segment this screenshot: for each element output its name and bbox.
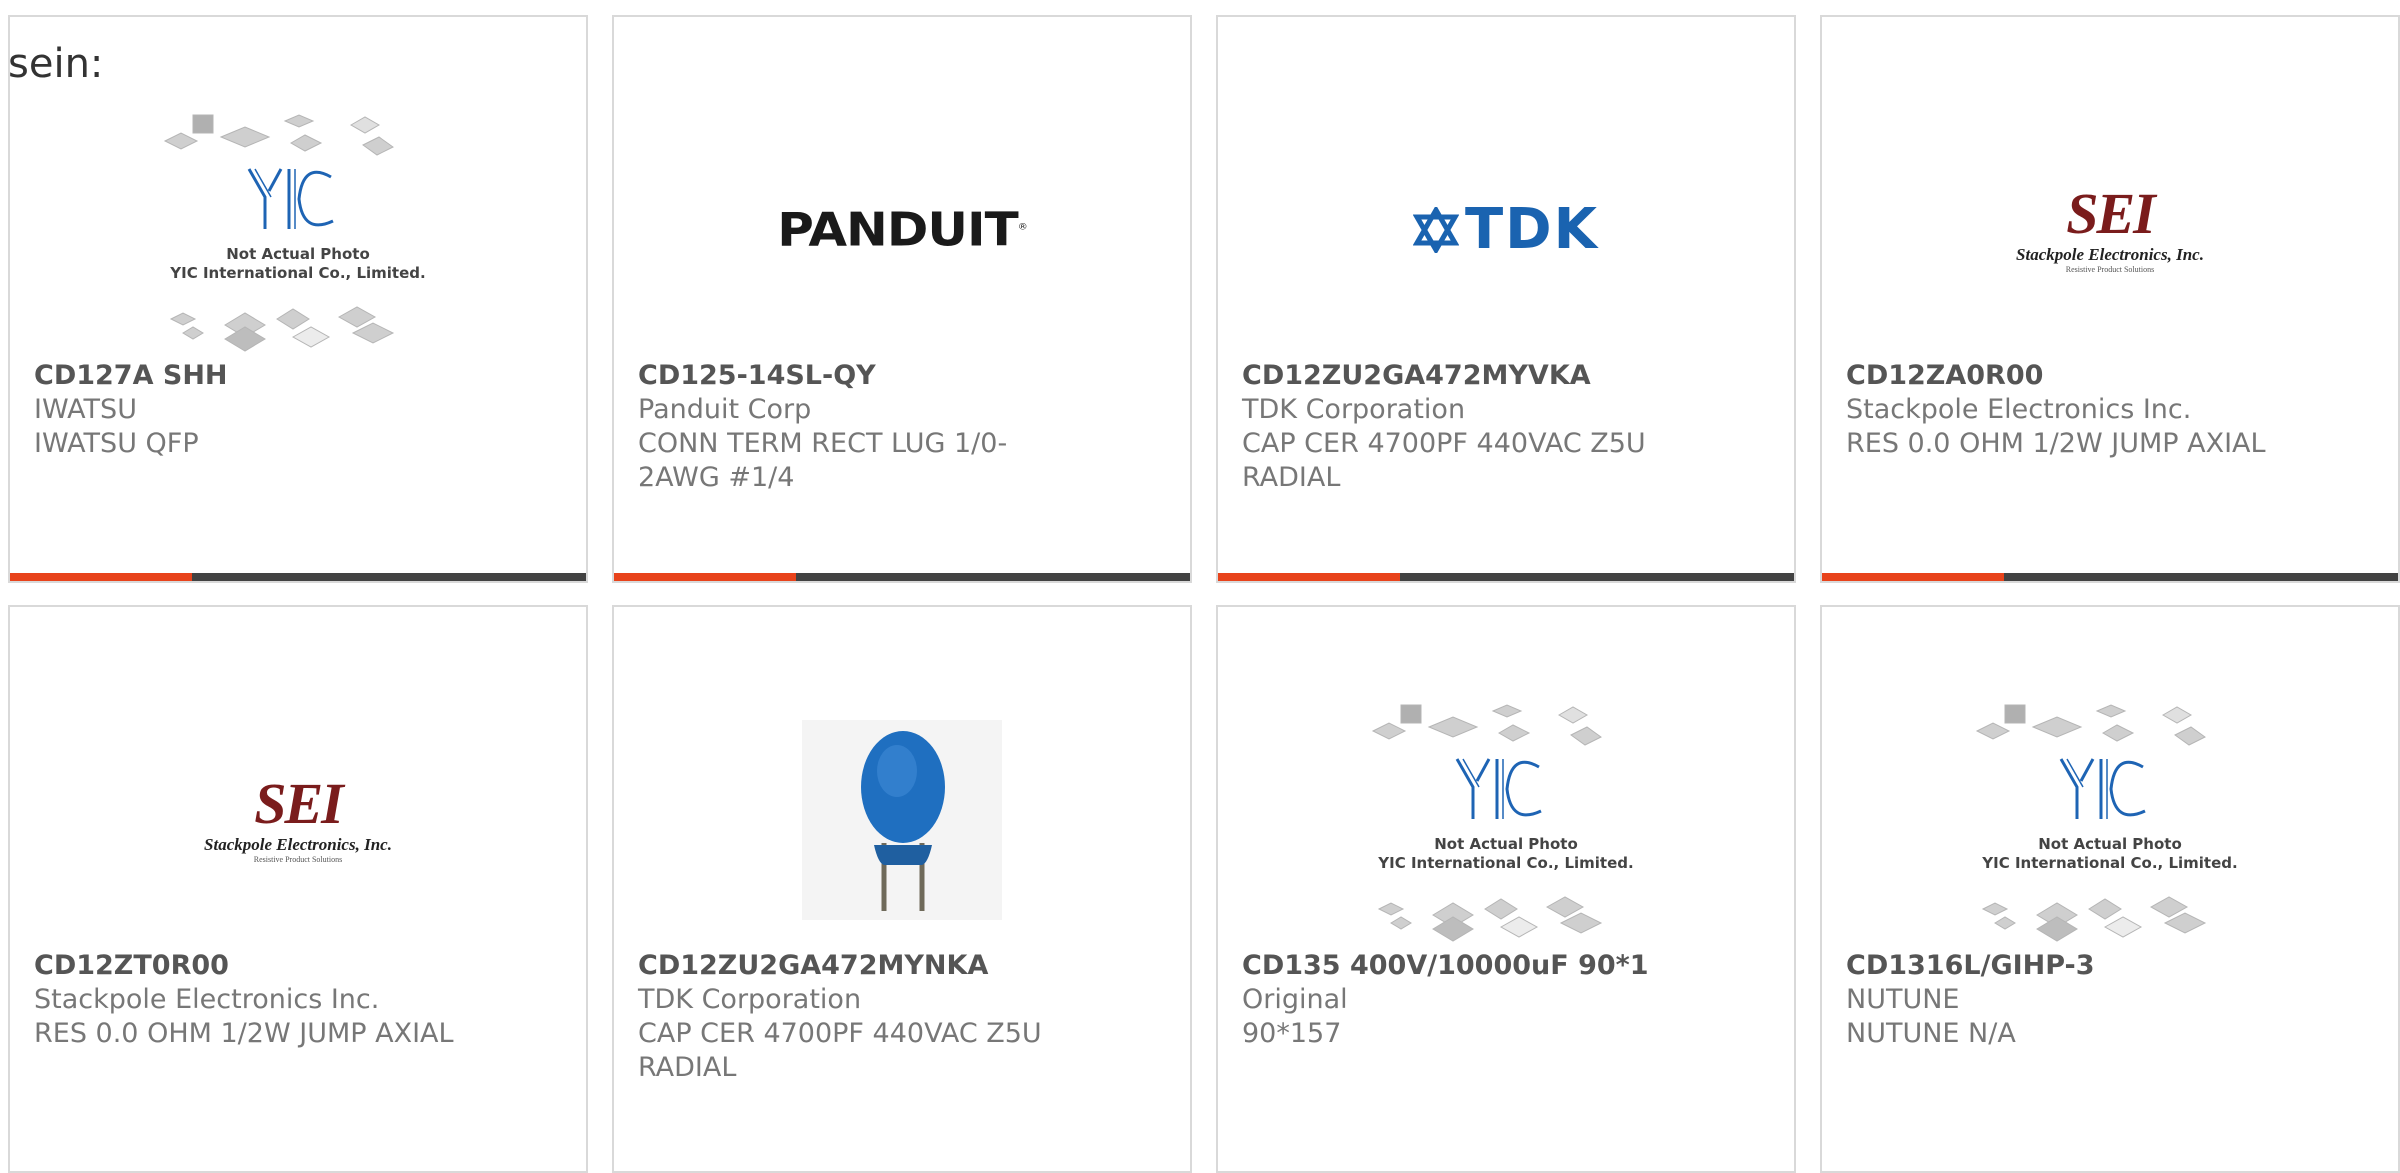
manufacturer: TDK Corporation (638, 984, 862, 1015)
card-accent-bar (10, 573, 192, 581)
placeholder-caption-line2: YIC International Co., Limited. (169, 264, 425, 282)
product-image[interactable]: Not Actual Photo YIC International Co., … (1822, 687, 2398, 952)
product-card[interactable]: PANDUIT® CD125-14SL-QY Panduit Corp CONN… (612, 15, 1192, 583)
description: CONN TERM RECT LUG 1/0-2AWG #1/4 (638, 428, 1008, 493)
manufacturer: Original (1242, 984, 1348, 1015)
manufacturer: Stackpole Electronics Inc. (1846, 394, 2192, 425)
card-bottom-bar (1822, 573, 2398, 581)
placeholder-caption-line2: YIC International Co., Limited. (1981, 854, 2237, 872)
yic-logo (2059, 757, 2146, 819)
product-image[interactable]: SEI Stackpole Electronics, Inc. Resistiv… (1822, 97, 2398, 362)
product-info: CD127A SHH IWATSU IWATSU QFP (34, 359, 484, 461)
product-info: CD12ZT0R00 Stackpole Electronics Inc. RE… (34, 949, 484, 1051)
part-number-link[interactable]: CD1316L/GIHP-3 (1846, 950, 2095, 981)
product-card[interactable]: Not Actual Photo YIC International Co., … (1820, 605, 2400, 1173)
product-info: CD1316L/GIHP-3 NUTUNE NUTUNE N/A (1846, 949, 2296, 1051)
tdk-logo-text: TDK (1464, 197, 1600, 262)
part-number-link[interactable]: CD135 400V/10000uF 90*1 (1242, 950, 1649, 981)
product-info: CD125-14SL-QY Panduit Corp CONN TERM REC… (638, 359, 1088, 495)
placeholder-caption-line2: YIC International Co., Limited. (1377, 854, 1633, 872)
manufacturer: NUTUNE (1846, 984, 1960, 1015)
product-grid: Not Actual Photo YIC International Co., … (0, 0, 2400, 1173)
card-bottom-bar (614, 573, 1190, 581)
description: RES 0.0 OHM 1/2W JUMP AXIAL (34, 1018, 454, 1049)
part-number-link[interactable]: CD125-14SL-QY (638, 360, 876, 391)
sei-logo-tag: Resistive Product Solutions (2065, 265, 2155, 274)
card-bottom-bar (10, 573, 586, 581)
tdk-logo: TDK (1412, 197, 1600, 262)
yic-logo (247, 167, 334, 229)
registered-mark: ® (1017, 221, 1028, 232)
product-card[interactable]: Not Actual Photo YIC International Co., … (8, 15, 588, 583)
product-image[interactable]: SEI Stackpole Electronics, Inc. Resistiv… (10, 687, 586, 952)
product-info: CD12ZU2GA472MYVKA TDK Corporation CAP CE… (1242, 359, 1692, 495)
product-image[interactable]: TDK (1218, 97, 1794, 362)
description: CAP CER 4700PF 440VAC Z5U RADIAL (638, 1018, 1042, 1083)
product-info: CD12ZU2GA472MYNKA TDK Corporation CAP CE… (638, 949, 1088, 1085)
sei-logo-main: SEI (254, 771, 344, 836)
panduit-logo: PANDUIT® (777, 202, 1028, 257)
placeholder-caption-line1: Not Actual Photo (226, 245, 370, 263)
product-card[interactable]: TDK CD12ZU2GA472MYVKA TDK Corporation CA… (1216, 15, 1796, 583)
description: 90*157 (1242, 1018, 1342, 1049)
capacitor-icon (861, 730, 945, 911)
product-card[interactable]: SEI Stackpole Electronics, Inc. Resistiv… (8, 605, 588, 1173)
part-number-link[interactable]: CD12ZT0R00 (34, 950, 229, 981)
description: NUTUNE N/A (1846, 1018, 2016, 1049)
sei-logo: SEI Stackpole Electronics, Inc. Resistiv… (204, 771, 392, 865)
card-bottom-bar (1218, 573, 1794, 581)
manufacturer: IWATSU (34, 394, 137, 425)
card-accent-bar (1218, 573, 1400, 581)
placeholder-caption-line1: Not Actual Photo (1434, 835, 1578, 853)
yic-placeholder-image: Not Actual Photo YIC International Co., … (163, 113, 426, 352)
sei-logo-tag: Resistive Product Solutions (253, 855, 343, 864)
product-card[interactable]: SEI Stackpole Electronics, Inc. Resistiv… (1820, 15, 2400, 583)
placeholder-caption-line1: Not Actual Photo (2038, 835, 2182, 853)
tdk-emblem-icon (1412, 206, 1459, 253)
description: IWATSU QFP (34, 428, 199, 459)
capacitor-photo (802, 719, 1002, 920)
sei-logo: SEI Stackpole Electronics, Inc. Resistiv… (2016, 181, 2204, 275)
sei-logo-sub: Stackpole Electronics, Inc. (2016, 245, 2204, 264)
sei-logo-sub: Stackpole Electronics, Inc. (204, 835, 392, 854)
product-image[interactable]: Not Actual Photo YIC International Co., … (1218, 687, 1794, 952)
sei-logo-main: SEI (2066, 181, 2156, 246)
part-number-link[interactable]: CD12ZA0R00 (1846, 360, 2043, 391)
product-card[interactable]: CD12ZU2GA472MYNKA TDK Corporation CAP CE… (612, 605, 1192, 1173)
description: RES 0.0 OHM 1/2W JUMP AXIAL (1846, 428, 2266, 459)
manufacturer: TDK Corporation (1242, 394, 1466, 425)
card-accent-bar (1822, 573, 2004, 581)
yic-placeholder-image: Not Actual Photo YIC International Co., … (1371, 703, 1634, 942)
part-number-link[interactable]: CD127A SHH (34, 360, 228, 391)
panduit-logo-text: PANDUIT (777, 202, 1018, 257)
product-image[interactable]: PANDUIT® (614, 97, 1190, 362)
card-accent-bar (614, 573, 796, 581)
part-number-link[interactable]: CD12ZU2GA472MYNKA (638, 950, 988, 981)
product-info: CD12ZA0R00 Stackpole Electronics Inc. RE… (1846, 359, 2296, 461)
product-image[interactable] (614, 687, 1190, 952)
product-card[interactable]: Not Actual Photo YIC International Co., … (1216, 605, 1796, 1173)
manufacturer: Panduit Corp (638, 394, 812, 425)
product-info: CD135 400V/10000uF 90*1 Original 90*157 (1242, 949, 1692, 1051)
description: CAP CER 4700PF 440VAC Z5U RADIAL (1242, 428, 1646, 493)
part-number-link[interactable]: CD12ZU2GA472MYVKA (1242, 360, 1591, 391)
yic-placeholder-image: Not Actual Photo YIC International Co., … (1975, 703, 2238, 942)
yic-logo (1455, 757, 1542, 819)
manufacturer: Stackpole Electronics Inc. (34, 984, 380, 1015)
intro-text: sein: (8, 41, 104, 87)
product-image[interactable]: Not Actual Photo YIC International Co., … (10, 97, 586, 362)
